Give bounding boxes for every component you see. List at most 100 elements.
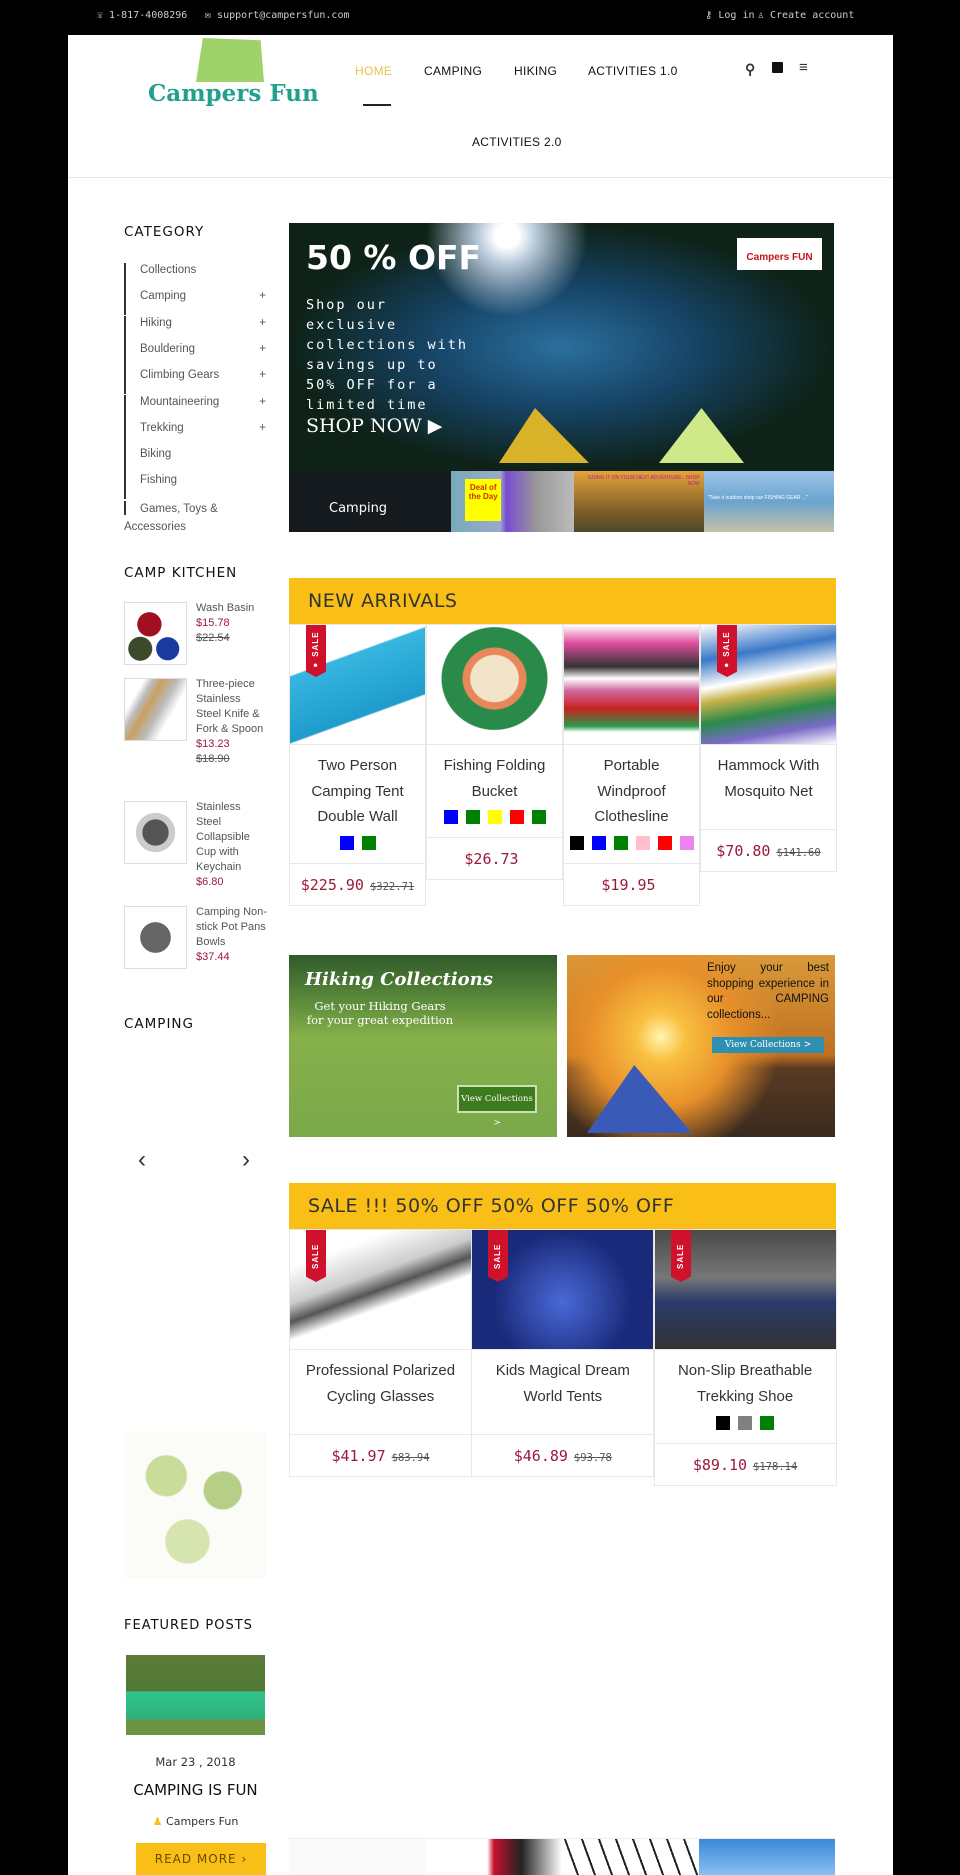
product-card[interactable]: SALE Non-Slip Breathable Trekking Shoe $…: [653, 1229, 837, 1486]
color-swatch[interactable]: [679, 835, 694, 850]
product-card[interactable]: SALE Professional Polarized Cycling Glas…: [289, 1229, 472, 1477]
product-image[interactable]: [562, 1839, 699, 1875]
hiking-collections-banner[interactable]: Hiking Collections Get your Hiking Gears…: [289, 955, 557, 1137]
sale-ribbon: SALE: [488, 1230, 508, 1282]
category-item[interactable]: Hiking +: [124, 315, 266, 342]
product-image[interactable]: [564, 625, 699, 745]
color-swatch[interactable]: [443, 810, 458, 824]
category-item[interactable]: Mountaineering +: [124, 394, 266, 421]
product-name[interactable]: Kids Magical Dream World Tents: [472, 1350, 653, 1434]
view-collections-button[interactable]: View Collections >: [457, 1085, 537, 1128]
product-image[interactable]: [425, 1839, 562, 1875]
nav-home[interactable]: HOME: [355, 64, 392, 78]
category-item[interactable]: Fishing: [124, 473, 266, 500]
category-item[interactable]: Bouldering +: [124, 341, 266, 368]
color-swatch[interactable]: [760, 1416, 775, 1430]
logo[interactable]: Campers Fun: [148, 38, 319, 112]
kitchen-item-image[interactable]: [124, 678, 187, 741]
product-card[interactable]: SALE Kids Magical Dream World Tents $46.…: [471, 1229, 655, 1477]
color-swatch[interactable]: [339, 835, 354, 850]
kitchen-item-name[interactable]: Three-piece Stainless Steel Knife & Fork…: [196, 677, 268, 737]
product-card[interactable]: ● SALE Hammock With Mosquito Net $70.80 $…: [700, 624, 837, 872]
product-name[interactable]: Professional Polarized Cycling Glasses: [290, 1350, 471, 1434]
login-link[interactable]: ⚷ Log in: [705, 10, 754, 21]
camping-heading: CAMPING: [124, 1016, 194, 1032]
carousel-prev-arrow[interactable]: ‹: [138, 1146, 146, 1174]
color-swatch[interactable]: [509, 810, 524, 824]
menu-icon[interactable]: ≡: [799, 59, 808, 76]
nav-hiking[interactable]: HIKING: [514, 64, 557, 78]
thumb-deal[interactable]: Deal of the Day: [451, 471, 574, 532]
product-name[interactable]: Non-Slip Breathable Trekking Shoe: [655, 1350, 836, 1410]
price-box: $41.97 $83.94: [290, 1434, 471, 1476]
product-image[interactable]: [698, 1839, 835, 1875]
kitchen-item-name[interactable]: Camping Non-stick Pot Pans Bowls: [196, 905, 268, 950]
shopping-bag-icon[interactable]: [772, 62, 783, 73]
email[interactable]: ✉ support@campersfun.com: [205, 10, 350, 21]
color-swatch[interactable]: [531, 810, 546, 824]
category-item[interactable]: Trekking +: [124, 420, 266, 447]
expand-plus-icon[interactable]: +: [259, 289, 266, 303]
view-collections-button[interactable]: View Collections >: [712, 1037, 824, 1053]
shop-now-button[interactable]: SHOP NOW ▶: [306, 415, 442, 437]
read-more-button[interactable]: READ MORE ›: [136, 1843, 266, 1875]
product-image[interactable]: ● SALE: [701, 625, 836, 745]
color-swatch[interactable]: [635, 835, 650, 850]
product-image[interactable]: SALE: [290, 1230, 471, 1350]
product-image[interactable]: SALE: [654, 1230, 836, 1350]
thumb-adventure[interactable]: GOING IT ON YOUR NEXT ADVENTURE.. SHOP N…: [573, 471, 704, 532]
product-name[interactable]: Portable Windproof Clothesline: [564, 745, 699, 830]
post-image[interactable]: [126, 1655, 265, 1735]
color-swatch[interactable]: [738, 1416, 753, 1430]
color-swatch[interactable]: [657, 835, 672, 850]
camping-collections-banner[interactable]: Enjoy your best shopping experience in o…: [567, 955, 835, 1137]
kitchen-item-image[interactable]: [124, 801, 187, 864]
product-name[interactable]: Two Person Camping Tent Double Wall: [290, 745, 425, 830]
product-image[interactable]: SALE: [472, 1230, 654, 1350]
product-name[interactable]: Fishing Folding Bucket: [427, 745, 562, 804]
color-swatch[interactable]: [613, 835, 628, 850]
nav-activities-1[interactable]: ACTIVITIES 1.0: [588, 64, 678, 78]
expand-plus-icon[interactable]: +: [259, 421, 266, 435]
product-card[interactable]: Fishing Folding Bucket $26.73: [426, 624, 563, 880]
color-swatch[interactable]: [569, 835, 584, 850]
color-swatch[interactable]: [487, 810, 502, 824]
hero-banner[interactable]: 50 % OFF Shop our exclusive collections …: [289, 223, 834, 471]
product-card[interactable]: Portable Windproof Clothesline $19.95: [563, 624, 700, 906]
thumb-fishing[interactable]: "Take it outdoor shop our FISHING GEAR .…: [703, 471, 834, 532]
carousel-next-arrow[interactable]: ›: [242, 1146, 250, 1174]
kitchen-item-name[interactable]: Stainless Steel Collapsible Cup with Key…: [196, 800, 268, 875]
category-item[interactable]: Biking: [124, 447, 266, 474]
expand-plus-icon[interactable]: +: [259, 316, 266, 330]
expand-plus-icon[interactable]: +: [259, 395, 266, 409]
phone[interactable]: ☏ 1-817-4008296: [97, 10, 187, 21]
product-image[interactable]: [427, 625, 562, 745]
product-card[interactable]: ● SALE Two Person Camping Tent Double Wa…: [289, 624, 426, 906]
expand-plus-icon[interactable]: +: [259, 368, 266, 382]
product-image[interactable]: ● SALE: [290, 625, 425, 745]
kitchen-item-image[interactable]: [124, 602, 187, 665]
product-name[interactable]: Hammock With Mosquito Net: [701, 745, 836, 829]
nav-camping[interactable]: CAMPING: [424, 64, 482, 78]
category-label: Trekking: [140, 421, 184, 434]
thumb-camping[interactable]: Camping: [289, 471, 452, 532]
color-swatch[interactable]: [465, 810, 480, 824]
sale-ribbon: ● SALE: [717, 625, 737, 677]
color-swatch[interactable]: [591, 835, 606, 850]
category-item[interactable]: Climbing Gears +: [124, 368, 266, 395]
product-image[interactable]: [289, 1839, 426, 1875]
color-swatch[interactable]: [361, 835, 376, 850]
search-icon[interactable]: ⚲: [745, 61, 755, 78]
color-swatches: [290, 830, 425, 863]
category-item[interactable]: Games, Toys & Accessories: [124, 500, 234, 533]
baby-carrier-image[interactable]: [124, 1432, 265, 1578]
post-title[interactable]: CAMPING IS FUN: [124, 1781, 267, 1799]
create-account-link[interactable]: ♙ Create account: [758, 10, 854, 21]
kitchen-item-name[interactable]: Wash Basin: [196, 601, 268, 616]
color-swatch[interactable]: [716, 1416, 731, 1430]
category-item[interactable]: Collections: [124, 263, 266, 289]
kitchen-item-image[interactable]: [124, 906, 187, 969]
nav-activities-2[interactable]: ACTIVITIES 2.0: [472, 135, 562, 149]
expand-plus-icon[interactable]: +: [259, 342, 266, 356]
category-item[interactable]: Camping +: [124, 289, 266, 316]
